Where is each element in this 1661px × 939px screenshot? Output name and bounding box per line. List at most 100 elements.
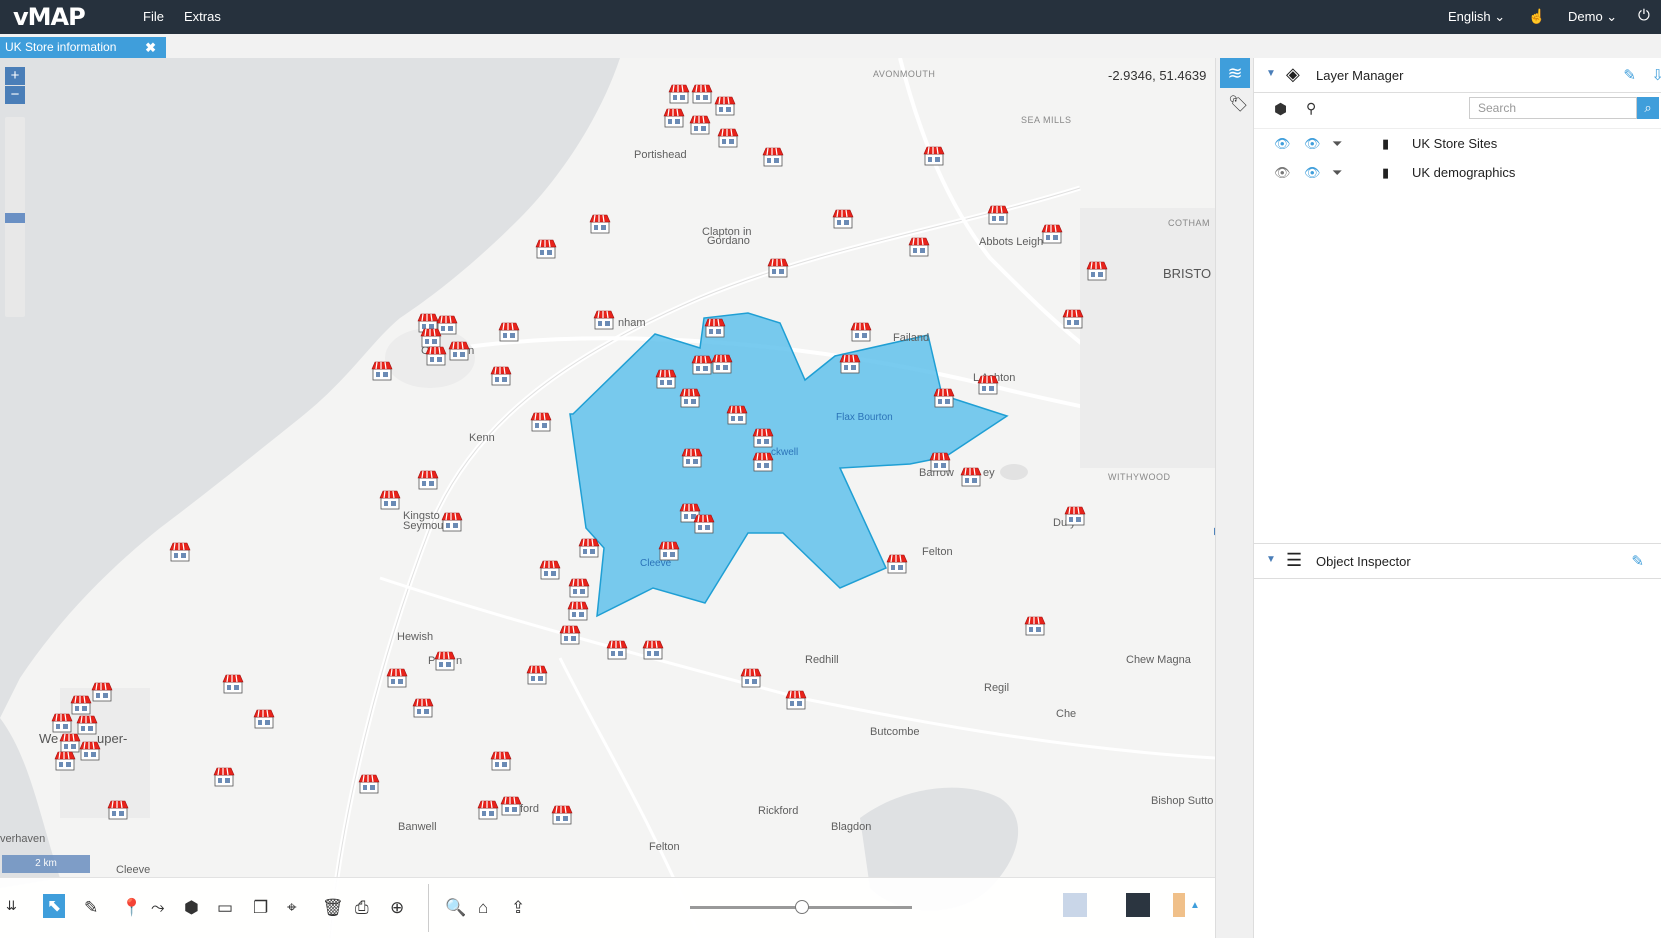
zoom-icon[interactable]: ⊕	[390, 898, 404, 918]
polygon-icon[interactable]: ⬢	[184, 898, 199, 918]
store-marker-icon[interactable]	[358, 774, 380, 794]
store-marker-icon[interactable]	[567, 601, 589, 621]
store-marker-icon[interactable]	[59, 733, 81, 753]
store-marker-icon[interactable]	[51, 713, 73, 733]
store-marker-icon[interactable]	[929, 452, 951, 472]
store-marker-icon[interactable]	[213, 767, 235, 787]
store-marker-icon[interactable]	[434, 651, 456, 671]
store-marker-icon[interactable]	[490, 366, 512, 386]
store-marker-icon[interactable]	[752, 428, 774, 448]
store-marker-icon[interactable]	[1086, 261, 1108, 281]
store-marker-icon[interactable]	[717, 128, 739, 148]
basemap-dark-thumbnail[interactable]	[1126, 893, 1150, 917]
store-marker-icon[interactable]	[417, 470, 439, 490]
zoom-slider[interactable]	[5, 117, 25, 317]
store-marker-icon[interactable]	[668, 84, 690, 104]
zoom-slider-knob[interactable]	[5, 213, 25, 223]
store-marker-icon[interactable]	[960, 467, 982, 487]
store-marker-icon[interactable]	[689, 115, 711, 135]
store-marker-icon[interactable]	[681, 448, 703, 468]
store-marker-icon[interactable]	[762, 147, 784, 167]
store-marker-icon[interactable]	[441, 512, 463, 532]
basemap-street-thumbnail[interactable]	[1063, 893, 1087, 917]
edit-icon[interactable]: ✎	[1631, 552, 1644, 570]
store-marker-icon[interactable]	[886, 554, 908, 574]
filter-icon[interactable]: ⏷	[1332, 165, 1342, 181]
expand-icon[interactable]: ⇊	[6, 898, 17, 914]
store-marker-icon[interactable]	[593, 310, 615, 330]
edit-icon[interactable]: ✎	[1623, 66, 1636, 84]
store-marker-icon[interactable]	[578, 538, 600, 558]
store-marker-icon[interactable]	[477, 800, 499, 820]
menu-extras[interactable]: Extras	[184, 9, 221, 24]
point-icon[interactable]: 📍	[121, 898, 142, 918]
store-marker-icon[interactable]	[663, 108, 685, 128]
layer-search-input[interactable]	[1469, 97, 1637, 119]
chevron-up-icon[interactable]: ▲	[1190, 900, 1200, 911]
language-selector[interactable]: English ⌄	[1448, 9, 1505, 25]
tab-uk-store-information[interactable]: UK Store information ✖	[0, 37, 166, 58]
store-marker-icon[interactable]	[693, 514, 715, 534]
store-marker-icon[interactable]	[832, 209, 854, 229]
store-marker-icon[interactable]	[642, 640, 664, 660]
store-marker-icon[interactable]	[253, 709, 275, 729]
store-marker-icon[interactable]	[923, 146, 945, 166]
layer-manager-header[interactable]: ▼ ◈ Layer Manager ✎ ⇩	[1254, 58, 1661, 93]
eraser-icon[interactable]: ✎	[84, 898, 98, 918]
home-icon[interactable]: ⌂	[478, 898, 488, 918]
store-marker-icon[interactable]	[726, 405, 748, 425]
layer-name[interactable]: UK Store Sites	[1412, 136, 1497, 151]
store-marker-icon[interactable]	[977, 375, 999, 395]
store-marker-icon[interactable]	[498, 322, 520, 342]
store-marker-icon[interactable]	[589, 214, 611, 234]
layer-name[interactable]: UK demographics	[1412, 165, 1515, 180]
store-marker-icon[interactable]	[107, 800, 129, 820]
map-canvas[interactable]: AVONMOUTH SEA MILLS Portishead Clapton i…	[0, 58, 1215, 938]
basemap-colour-swatch[interactable]	[1173, 893, 1185, 917]
store-marker-icon[interactable]	[490, 751, 512, 771]
close-icon[interactable]: ✖	[145, 37, 156, 58]
store-marker-icon[interactable]	[1064, 506, 1086, 526]
store-marker-icon[interactable]	[420, 328, 442, 348]
eye-slash-icon[interactable]: 👁	[1274, 165, 1291, 181]
store-marker-icon[interactable]	[691, 355, 713, 375]
print-icon[interactable]: ⎙	[355, 898, 369, 918]
store-marker-icon[interactable]	[711, 354, 733, 374]
measure-icon[interactable]: ▭	[217, 898, 233, 918]
store-marker-icon[interactable]	[740, 668, 762, 688]
layer-row[interactable]: 👁 👁 ⏷ ▮ UK Store Sites	[1254, 130, 1661, 158]
delete-icon[interactable]: 🗑	[322, 898, 344, 918]
store-marker-icon[interactable]	[386, 668, 408, 688]
store-marker-icon[interactable]	[568, 578, 590, 598]
marker-filter-icon[interactable]: ⚲	[1306, 100, 1316, 117]
export-icon[interactable]: ⇩	[1651, 66, 1661, 84]
store-marker-icon[interactable]	[691, 84, 713, 104]
caret-down-icon[interactable]: ▼	[1266, 68, 1276, 79]
map-pin-icon[interactable]: ⌖	[287, 898, 297, 918]
store-marker-icon[interactable]	[535, 239, 557, 259]
store-marker-icon[interactable]	[500, 796, 522, 816]
store-marker-icon[interactable]	[222, 674, 244, 694]
store-marker-icon[interactable]	[70, 695, 92, 715]
store-marker-icon[interactable]	[371, 361, 393, 381]
share-icon[interactable]: ⇪	[511, 898, 525, 918]
opacity-slider[interactable]	[690, 900, 912, 914]
store-marker-icon[interactable]	[1041, 224, 1063, 244]
store-marker-icon[interactable]	[54, 751, 76, 771]
store-marker-icon[interactable]	[714, 96, 736, 116]
store-marker-icon[interactable]	[839, 354, 861, 374]
store-marker-icon[interactable]	[530, 412, 552, 432]
store-marker-icon[interactable]	[704, 318, 726, 338]
store-marker-icon[interactable]	[91, 682, 113, 702]
copy-icon[interactable]: ❐	[253, 898, 268, 918]
store-marker-icon[interactable]	[412, 698, 434, 718]
layers-icon[interactable]: ≋	[1220, 58, 1250, 88]
eye-icon[interactable]: 👁	[1274, 136, 1291, 152]
power-icon[interactable]: ⏻	[1638, 7, 1650, 24]
store-marker-icon[interactable]	[785, 690, 807, 710]
store-marker-icon[interactable]	[76, 715, 98, 735]
store-marker-icon[interactable]	[658, 541, 680, 561]
menu-file[interactable]: File	[143, 9, 164, 24]
store-marker-icon[interactable]	[850, 322, 872, 342]
shape-filter-icon[interactable]: ⬢	[1274, 100, 1287, 118]
